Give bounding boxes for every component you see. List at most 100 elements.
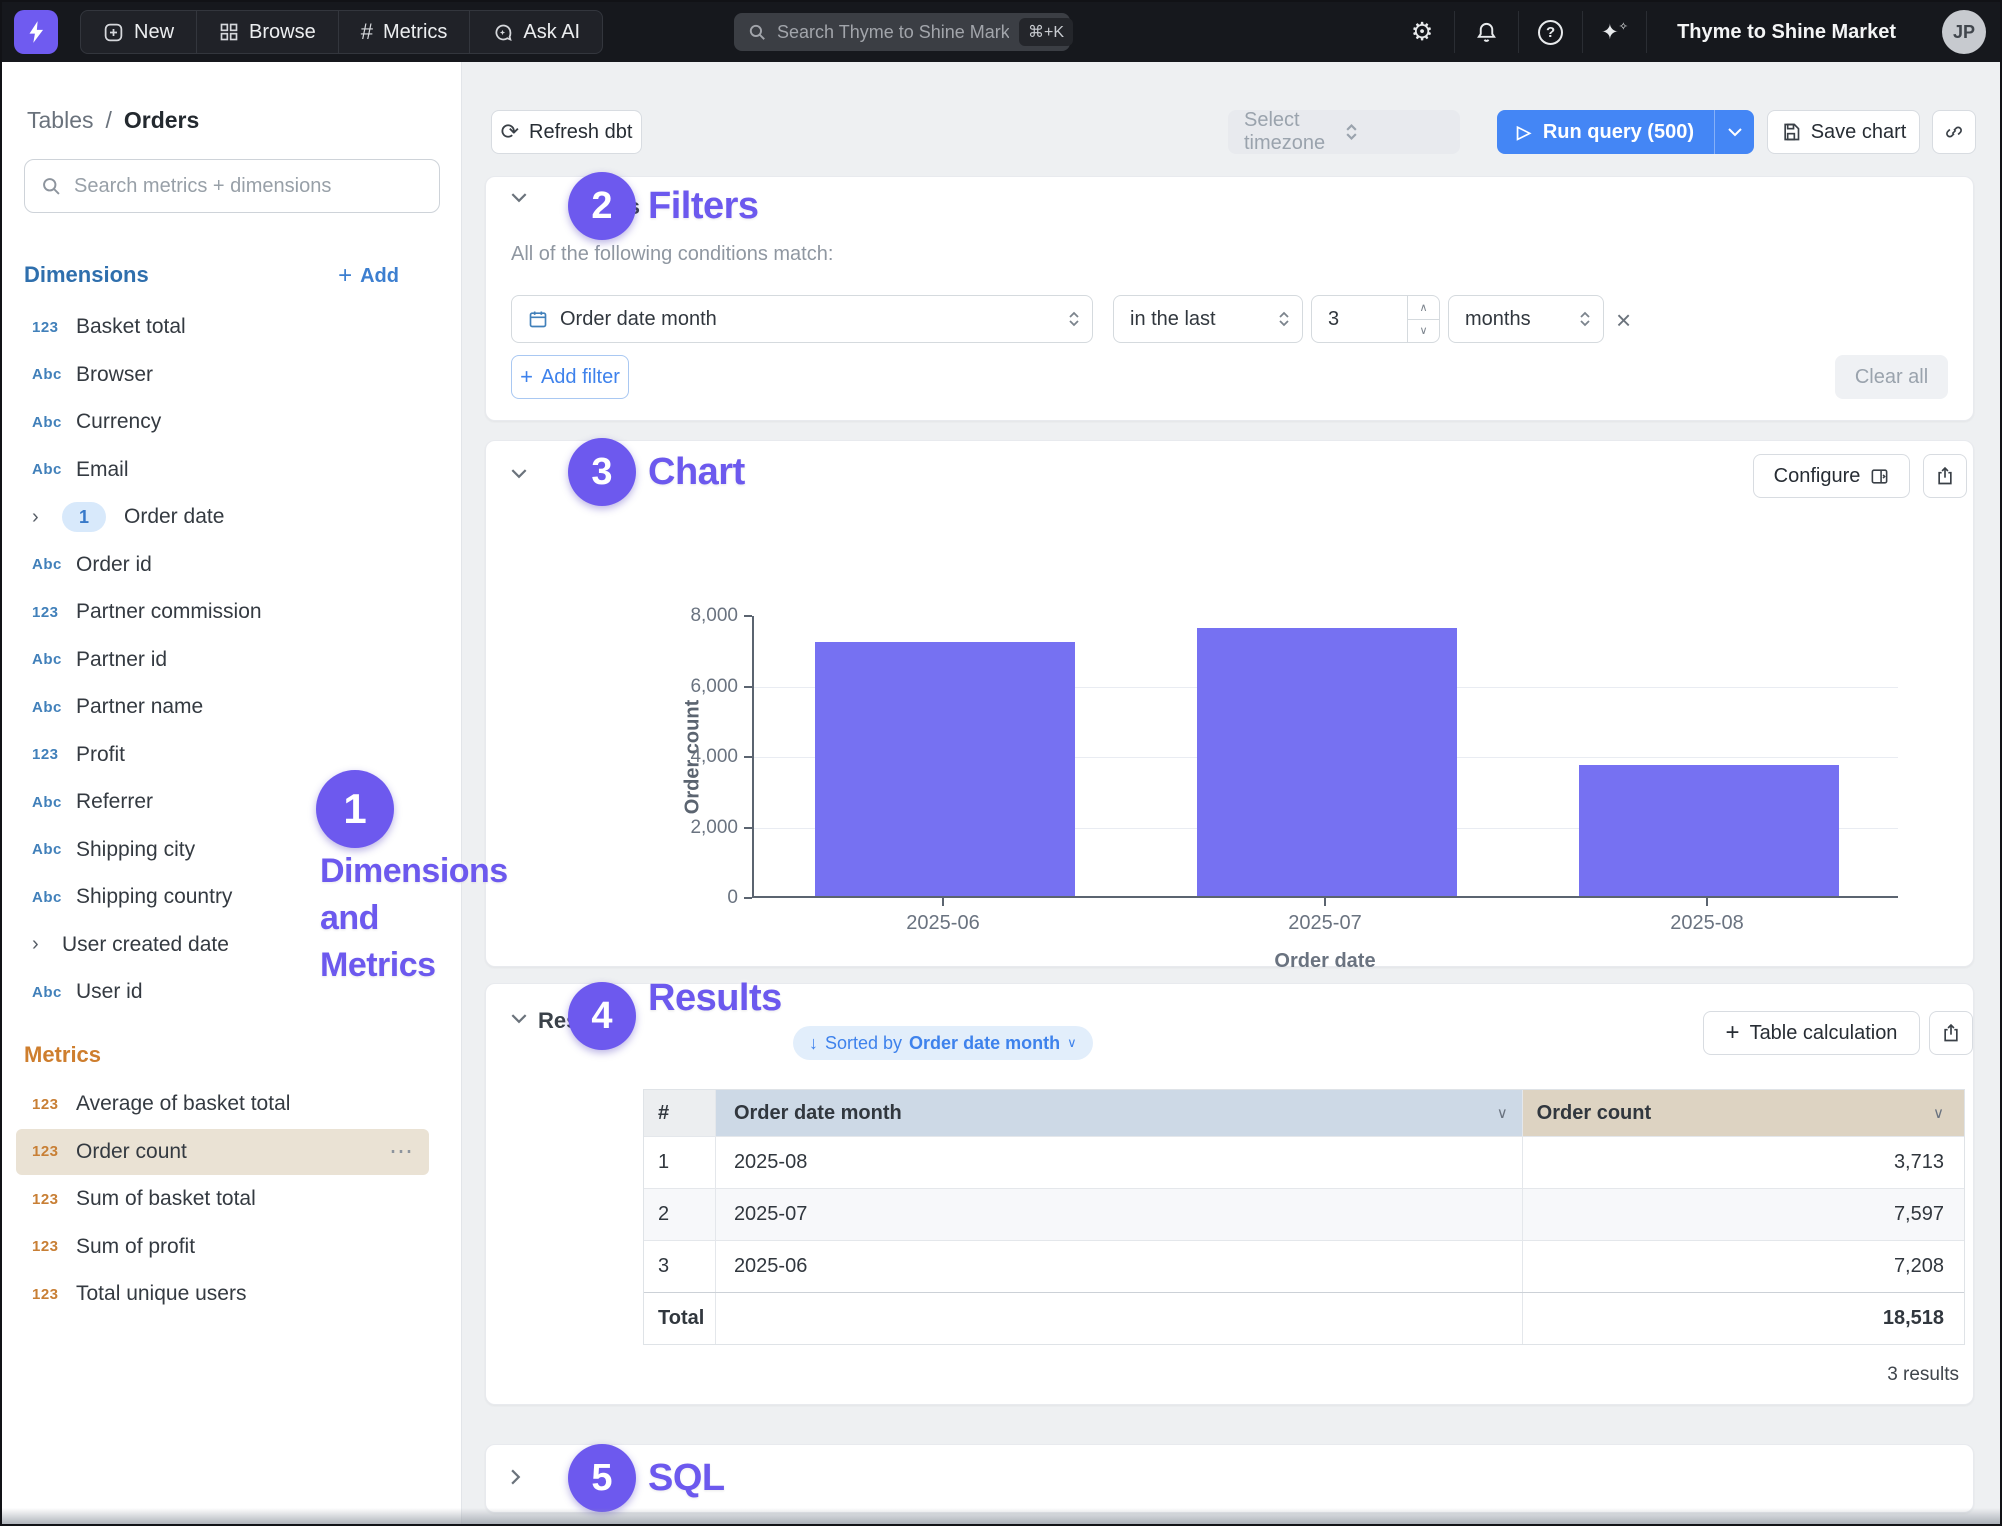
chevron-down-icon[interactable] <box>511 1014 527 1024</box>
sidebar-item-partner-name[interactable]: AbcPartner name <box>16 684 429 730</box>
sorted-by-field: Order date month <box>909 1033 1060 1054</box>
stepper-down-icon[interactable]: ∨ <box>1408 320 1439 343</box>
remove-filter-button[interactable]: × <box>1616 305 1631 336</box>
help-button[interactable]: ? <box>1518 11 1582 53</box>
configure-button[interactable]: Configure <box>1753 454 1910 498</box>
table-calculation-button[interactable]: + Table calculation <box>1703 1011 1920 1055</box>
save-chart-button[interactable]: Save chart <box>1767 110 1920 154</box>
global-search-input[interactable] <box>777 22 1009 43</box>
bar-2025-06[interactable] <box>815 642 1075 896</box>
x-tick-label: 2025-07 <box>1245 912 1405 935</box>
sidebar-item-profit[interactable]: 123Profit <box>16 732 429 778</box>
sidebar-item-label: Sum of profit <box>76 1235 195 1259</box>
number-stepper[interactable]: ∧ ∨ <box>1407 296 1439 342</box>
ai-sparkles-button[interactable]: ✦✧ <box>1582 11 1646 53</box>
total-empty-cell <box>716 1293 1523 1344</box>
chevron-right-icon[interactable] <box>511 1469 521 1485</box>
filter-field-select[interactable]: Order date month <box>511 295 1093 343</box>
export-results-button[interactable] <box>1929 1011 1973 1055</box>
sorted-by-chip[interactable]: ↓ Sorted by Order date month ∨ <box>793 1026 1093 1060</box>
bar-2025-07[interactable] <box>1197 628 1457 896</box>
global-search[interactable]: ⌘+K <box>734 13 1070 51</box>
share-icon <box>1935 466 1955 486</box>
sidebar-metric-average-of-basket-total[interactable]: 123Average of basket total <box>16 1081 429 1127</box>
sparkles-icon: ✦✧ <box>1601 20 1628 45</box>
column-header-order-count[interactable]: Order count∨ <box>1523 1090 1964 1136</box>
refresh-dbt-label: Refresh dbt <box>529 121 632 144</box>
sidebar-item-partner-id[interactable]: AbcPartner id <box>16 637 429 683</box>
sidebar-metric-order-count[interactable]: 123Order count⋯ <box>16 1129 429 1175</box>
sidebar-item-order-date[interactable]: ›1Order date <box>16 494 429 540</box>
nav-ask-ai-button[interactable]: Ask AI <box>469 11 602 53</box>
add-filter-button[interactable]: + Add filter <box>511 355 629 399</box>
number-type-icon: 123 <box>32 1143 76 1160</box>
filter-unit-select[interactable]: months <box>1448 295 1604 343</box>
sidebar-item-currency[interactable]: AbcCurrency <box>16 399 429 445</box>
org-switcher[interactable]: Thyme to Shine Market <box>1646 11 1926 53</box>
number-type-icon: 123 <box>32 604 76 621</box>
number-type-icon: 123 <box>32 1191 76 1208</box>
add-label: Add <box>360 265 399 288</box>
count-cell: 7,597 <box>1523 1189 1964 1240</box>
sidebar-item-label: Partner name <box>76 695 203 719</box>
add-dimension-button[interactable]: + Add <box>338 262 399 290</box>
chevron-down-icon[interactable] <box>511 193 527 203</box>
sidebar-item-partner-commission[interactable]: 123Partner commission <box>16 589 429 635</box>
column-header--: # <box>644 1090 716 1136</box>
filter-value-input[interactable]: 3 ∧ ∨ <box>1311 295 1440 343</box>
search-icon <box>748 23 767 42</box>
nav-browse-button[interactable]: Browse <box>196 11 338 53</box>
configure-label: Configure <box>1774 465 1861 488</box>
copy-link-button[interactable] <box>1932 110 1976 154</box>
nav-new-button[interactable]: New <box>81 11 196 53</box>
sidebar-item-browser[interactable]: AbcBrowser <box>16 352 429 398</box>
number-type-icon: 123 <box>32 1096 76 1113</box>
fields-search-input[interactable] <box>74 175 423 198</box>
nav-metrics-label: Metrics <box>383 21 447 44</box>
fields-search[interactable] <box>24 159 440 213</box>
sidebar-metric-total-unique-users[interactable]: 123Total unique users <box>16 1271 429 1317</box>
refresh-dbt-button[interactable]: ⟳ Refresh dbt <box>491 110 642 154</box>
nav-metrics-button[interactable]: # Metrics <box>338 11 470 53</box>
sidebar-item-email[interactable]: AbcEmail <box>16 447 429 493</box>
notifications-button[interactable] <box>1454 11 1518 53</box>
clear-all-button[interactable]: Clear all <box>1835 355 1948 399</box>
chevron-down-icon: ∨ <box>1497 1104 1508 1122</box>
filter-value: 3 <box>1328 308 1339 331</box>
stepper-up-icon[interactable]: ∧ <box>1408 296 1439 320</box>
timezone-select[interactable]: Select timezone <box>1228 110 1460 154</box>
chevron-down-icon[interactable] <box>511 469 527 479</box>
table-row[interactable]: 22025-077,597 <box>644 1188 1964 1240</box>
x-tick-mark <box>1706 898 1708 906</box>
table-row[interactable]: 12025-083,713 <box>644 1136 1964 1188</box>
breadcrumb-tables-link[interactable]: Tables <box>27 107 93 134</box>
export-chart-button[interactable] <box>1923 454 1967 498</box>
y-tick-mark <box>744 827 752 829</box>
plus-icon: + <box>338 262 352 290</box>
grid-icon <box>219 22 239 42</box>
filter-operator-select[interactable]: in the last <box>1113 295 1303 343</box>
run-query-button[interactable]: ▷ Run query (500) <box>1497 110 1714 154</box>
number-type-icon: 123 <box>32 1238 76 1255</box>
annotation-label-4: Results <box>648 977 782 1020</box>
results-table[interactable]: #Order date month∨Order count∨12025-083,… <box>643 1089 1965 1345</box>
table-header-row: #Order date month∨Order count∨ <box>644 1090 1964 1136</box>
user-avatar[interactable]: JP <box>1942 10 1986 54</box>
bar-chart-plot[interactable] <box>752 616 1898 898</box>
annotation-step-3: 3 <box>568 438 636 506</box>
settings-button[interactable]: ⚙ <box>1390 11 1454 53</box>
chevron-right-icon: › <box>32 506 62 529</box>
sidebar-item-basket-total[interactable]: 123Basket total <box>16 304 429 350</box>
annotation-step-4: 4 <box>568 982 636 1050</box>
item-menu-icon[interactable]: ⋯ <box>389 1137 415 1166</box>
results-count: 3 results <box>1887 1364 1959 1386</box>
run-query-dropdown-button[interactable] <box>1714 110 1754 154</box>
sidebar-item-order-id[interactable]: AbcOrder id <box>16 542 429 588</box>
app-logo[interactable] <box>14 10 58 54</box>
y-tick-label: 6,000 <box>628 676 738 698</box>
table-row[interactable]: 32025-067,208 <box>644 1240 1964 1292</box>
sidebar-metric-sum-of-profit[interactable]: 123Sum of profit <box>16 1224 429 1270</box>
bar-2025-08[interactable] <box>1579 765 1839 896</box>
sidebar-metric-sum-of-basket-total[interactable]: 123Sum of basket total <box>16 1176 429 1222</box>
column-header-order-date-month[interactable]: Order date month∨ <box>716 1090 1523 1136</box>
